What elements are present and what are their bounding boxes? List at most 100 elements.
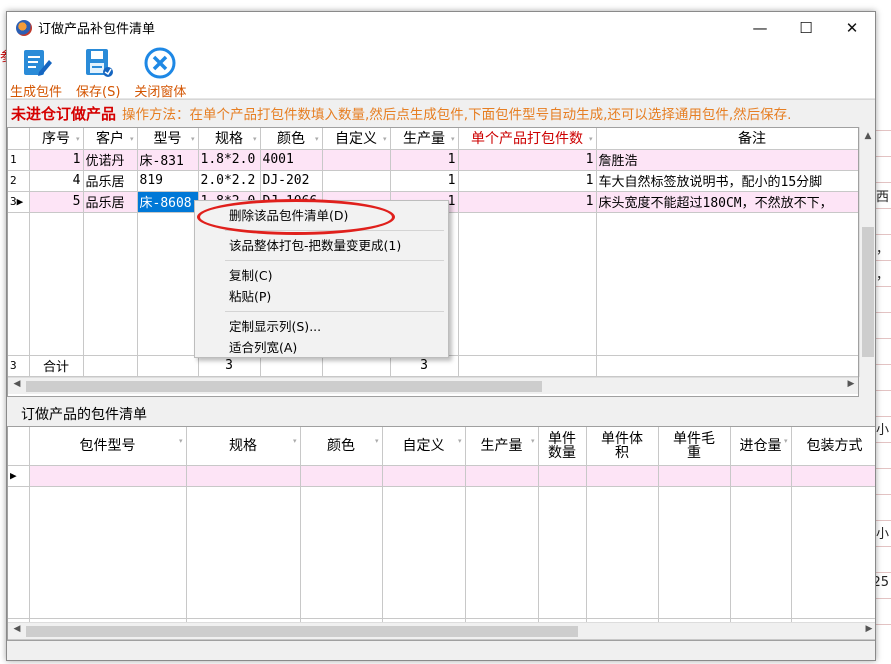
col-header-qty[interactable]: 生产量 ▾ (465, 427, 539, 466)
col-header-color[interactable]: 颜色 ▾ (260, 128, 323, 150)
col-header-pkgs[interactable]: 单个产品打包件数 ▾ (458, 128, 597, 150)
col-header-color[interactable]: 颜色 ▾ (300, 427, 383, 466)
col-header-qty[interactable]: 生产量 ▾ (390, 128, 459, 150)
close-window-button[interactable]: ✕ (829, 12, 875, 43)
title-bar: 订做产品补包件清单 — ☐ ✕ (7, 12, 875, 43)
col-header-custom[interactable]: 自定义 ▾ (322, 128, 391, 150)
save-disk-icon (86, 49, 114, 77)
close-form-label: 关闭窗体 (134, 85, 187, 100)
table-row[interactable]: ▶ (8, 465, 875, 487)
menu-item-fit-column-width[interactable]: 适合列宽(A) (195, 337, 448, 358)
scroll-left-icon[interactable]: ◀ (10, 624, 24, 634)
generate-packages-label: 生成包件 (10, 85, 63, 100)
menu-separator (225, 311, 444, 312)
cell-customer[interactable]: 优诺丹 (83, 149, 138, 171)
instruction-bar: 未进仓订做产品 操作方法：在单个产品打包件数填入数量,然后点生成包件,下面包件型… (7, 99, 875, 126)
cell-seq[interactable]: 5 (29, 191, 84, 213)
cell-pkgs[interactable]: 1 (458, 191, 597, 213)
menu-item-pack-whole[interactable]: 该品整体打包-把数量变更成(1) (195, 235, 448, 256)
col-header-unit-weight[interactable]: 单件毛 重 (658, 427, 731, 466)
table-row[interactable]: 2 4 品乐居 819 2.0*2.2 DJ-202 1 1 车大自然标签放说明… (8, 170, 858, 192)
menu-item-copy[interactable]: 复制(C) (195, 265, 448, 286)
tip-text: 操作方法：在单个产品打包件数填入数量,然后点生成包件,下面包件型号自动生成,还可… (122, 107, 792, 123)
scroll-left-icon[interactable]: ◀ (10, 379, 24, 389)
generate-packages-button[interactable]: 生成包件 (10, 43, 62, 100)
total-qty: 3 (390, 355, 459, 377)
cell-note[interactable]: 詹胜浩 (596, 149, 858, 171)
main-window: 订做产品补包件清单 — ☐ ✕ 生成包件 保存(S) 关闭窗体 未进仓订做产品 … (6, 11, 876, 661)
cell-note[interactable]: 床头宽度不能超过180CM，不然放不下， (596, 191, 858, 213)
col-header-package-model[interactable]: 包件型号 ▾ (29, 427, 187, 466)
col-header-custom[interactable]: 自定义 ▾ (382, 427, 466, 466)
cell-model[interactable]: 床-831 (137, 149, 199, 171)
col-header-customer[interactable]: 客户 ▾ (83, 128, 138, 150)
cell-model[interactable]: 819 (137, 170, 199, 192)
cell-qty[interactable]: 1 (390, 149, 459, 171)
empty-area (8, 486, 875, 619)
grid2-horizontal-scrollbar[interactable]: ◀ ▶ (8, 622, 875, 639)
cell-custom[interactable] (322, 170, 391, 192)
cell-spec[interactable]: 2.0*2.2 (198, 170, 261, 192)
row-indicator[interactable]: 1 (8, 149, 30, 171)
total-row: 3 合计 3 3 (8, 355, 858, 377)
cell-spec[interactable]: 1.8*2.0 (198, 149, 261, 171)
background-text: 西 (875, 190, 889, 205)
cell-customer[interactable]: 品乐居 (83, 170, 138, 192)
menu-item-customize-columns[interactable]: 定制显示列(S)... (195, 316, 448, 337)
col-header-inbound-qty[interactable]: 进仓量 ▾ (730, 427, 792, 466)
col-header-unit-count[interactable]: 单件 数量 (538, 427, 587, 466)
close-form-button[interactable]: 关闭窗体 (134, 43, 186, 100)
minimize-button[interactable]: — (737, 12, 783, 43)
cell-seq[interactable]: 1 (29, 149, 84, 171)
grid1-header-row: 序号 ▾ 客户 ▾ 型号 ▾ 规格 ▾ 颜色 ▾ 自定义 ▾ 生产量 ▾ 单个产品打包件数 ▾ … (8, 128, 858, 150)
save-button[interactable]: 保存(S) (76, 43, 120, 100)
total-label: 合计 (29, 355, 84, 377)
cell-seq[interactable]: 4 (29, 170, 84, 192)
grid1-corner (8, 128, 30, 150)
grid2-header-row: 包件型号 ▾ 规格 ▾ 颜色 ▾ 自定义 ▾ 生产量 ▾ 单件 数量 单件体 积 单件毛 … (8, 427, 875, 466)
background-text: ， (875, 268, 889, 283)
close-circle-icon (144, 47, 176, 79)
grid1-horizontal-scrollbar[interactable]: ◀ ▶ (8, 377, 858, 394)
total-row-indicator: 3 (8, 355, 30, 377)
cell-color[interactable]: 4001 (260, 149, 323, 171)
cell-note[interactable]: 车大自然标签放说明书，配小的15分脚 (596, 170, 858, 192)
save-label: 保存(S) (76, 85, 121, 100)
cell-customer[interactable]: 品乐居 (83, 191, 138, 213)
total-spec: 3 (198, 355, 261, 377)
cell-custom[interactable] (322, 149, 391, 171)
col-header-spec[interactable]: 规格 ▾ (186, 427, 301, 466)
grid2-hscroll-thumb[interactable] (26, 626, 578, 637)
tip-title: 未进仓订做产品 (11, 104, 117, 123)
cell-color[interactable]: DJ-202 (260, 170, 323, 192)
edit-document-icon (24, 50, 52, 76)
grid1-hscroll-thumb[interactable] (26, 381, 542, 392)
menu-item-paste[interactable]: 粘贴(P) (195, 286, 448, 307)
cell-model-selected[interactable]: 床-8608 (137, 191, 199, 213)
maximize-button[interactable]: ☐ (783, 12, 829, 43)
col-header-seq[interactable]: 序号 ▾ (29, 128, 84, 150)
scroll-up-icon[interactable]: ▲ (860, 127, 875, 144)
col-header-unit-volume[interactable]: 单件体 积 (586, 427, 659, 466)
packages-grid[interactable]: 包件型号 ▾ 规格 ▾ 颜色 ▾ 自定义 ▾ 生产量 ▾ 单件 数量 单件体 积 单件毛 … (7, 426, 875, 641)
cell-pkgs[interactable]: 1 (458, 149, 597, 171)
row-indicator[interactable]: 3▶ (8, 191, 30, 213)
grid2-corner (8, 427, 30, 466)
col-header-note[interactable]: 备注 (596, 128, 858, 150)
highlight-ellipse (197, 199, 395, 235)
grid1-vertical-scrollbar[interactable]: ▲ (859, 127, 875, 377)
menu-separator (225, 260, 444, 261)
col-header-spec[interactable]: 规格 ▾ (198, 128, 261, 150)
col-header-model[interactable]: 型号 ▾ (137, 128, 199, 150)
table-row[interactable]: 1 1 优诺丹 床-831 1.8*2.0 4001 1 1 詹胜浩 (8, 149, 858, 171)
col-header-packing-method[interactable]: 包装方式 (791, 427, 875, 466)
row-indicator[interactable]: ▶ (8, 465, 30, 487)
scroll-right-icon[interactable]: ▶ (844, 379, 858, 389)
scroll-right-icon[interactable]: ▶ (862, 624, 875, 634)
cell-qty[interactable]: 1 (390, 170, 459, 192)
grid1-vscroll-thumb[interactable] (862, 227, 874, 357)
row-indicator[interactable]: 2 (8, 170, 30, 192)
section2-title: 订做产品的包件清单 (21, 407, 147, 423)
window-title: 订做产品补包件清单 (38, 22, 156, 37)
cell-pkgs[interactable]: 1 (458, 170, 597, 192)
